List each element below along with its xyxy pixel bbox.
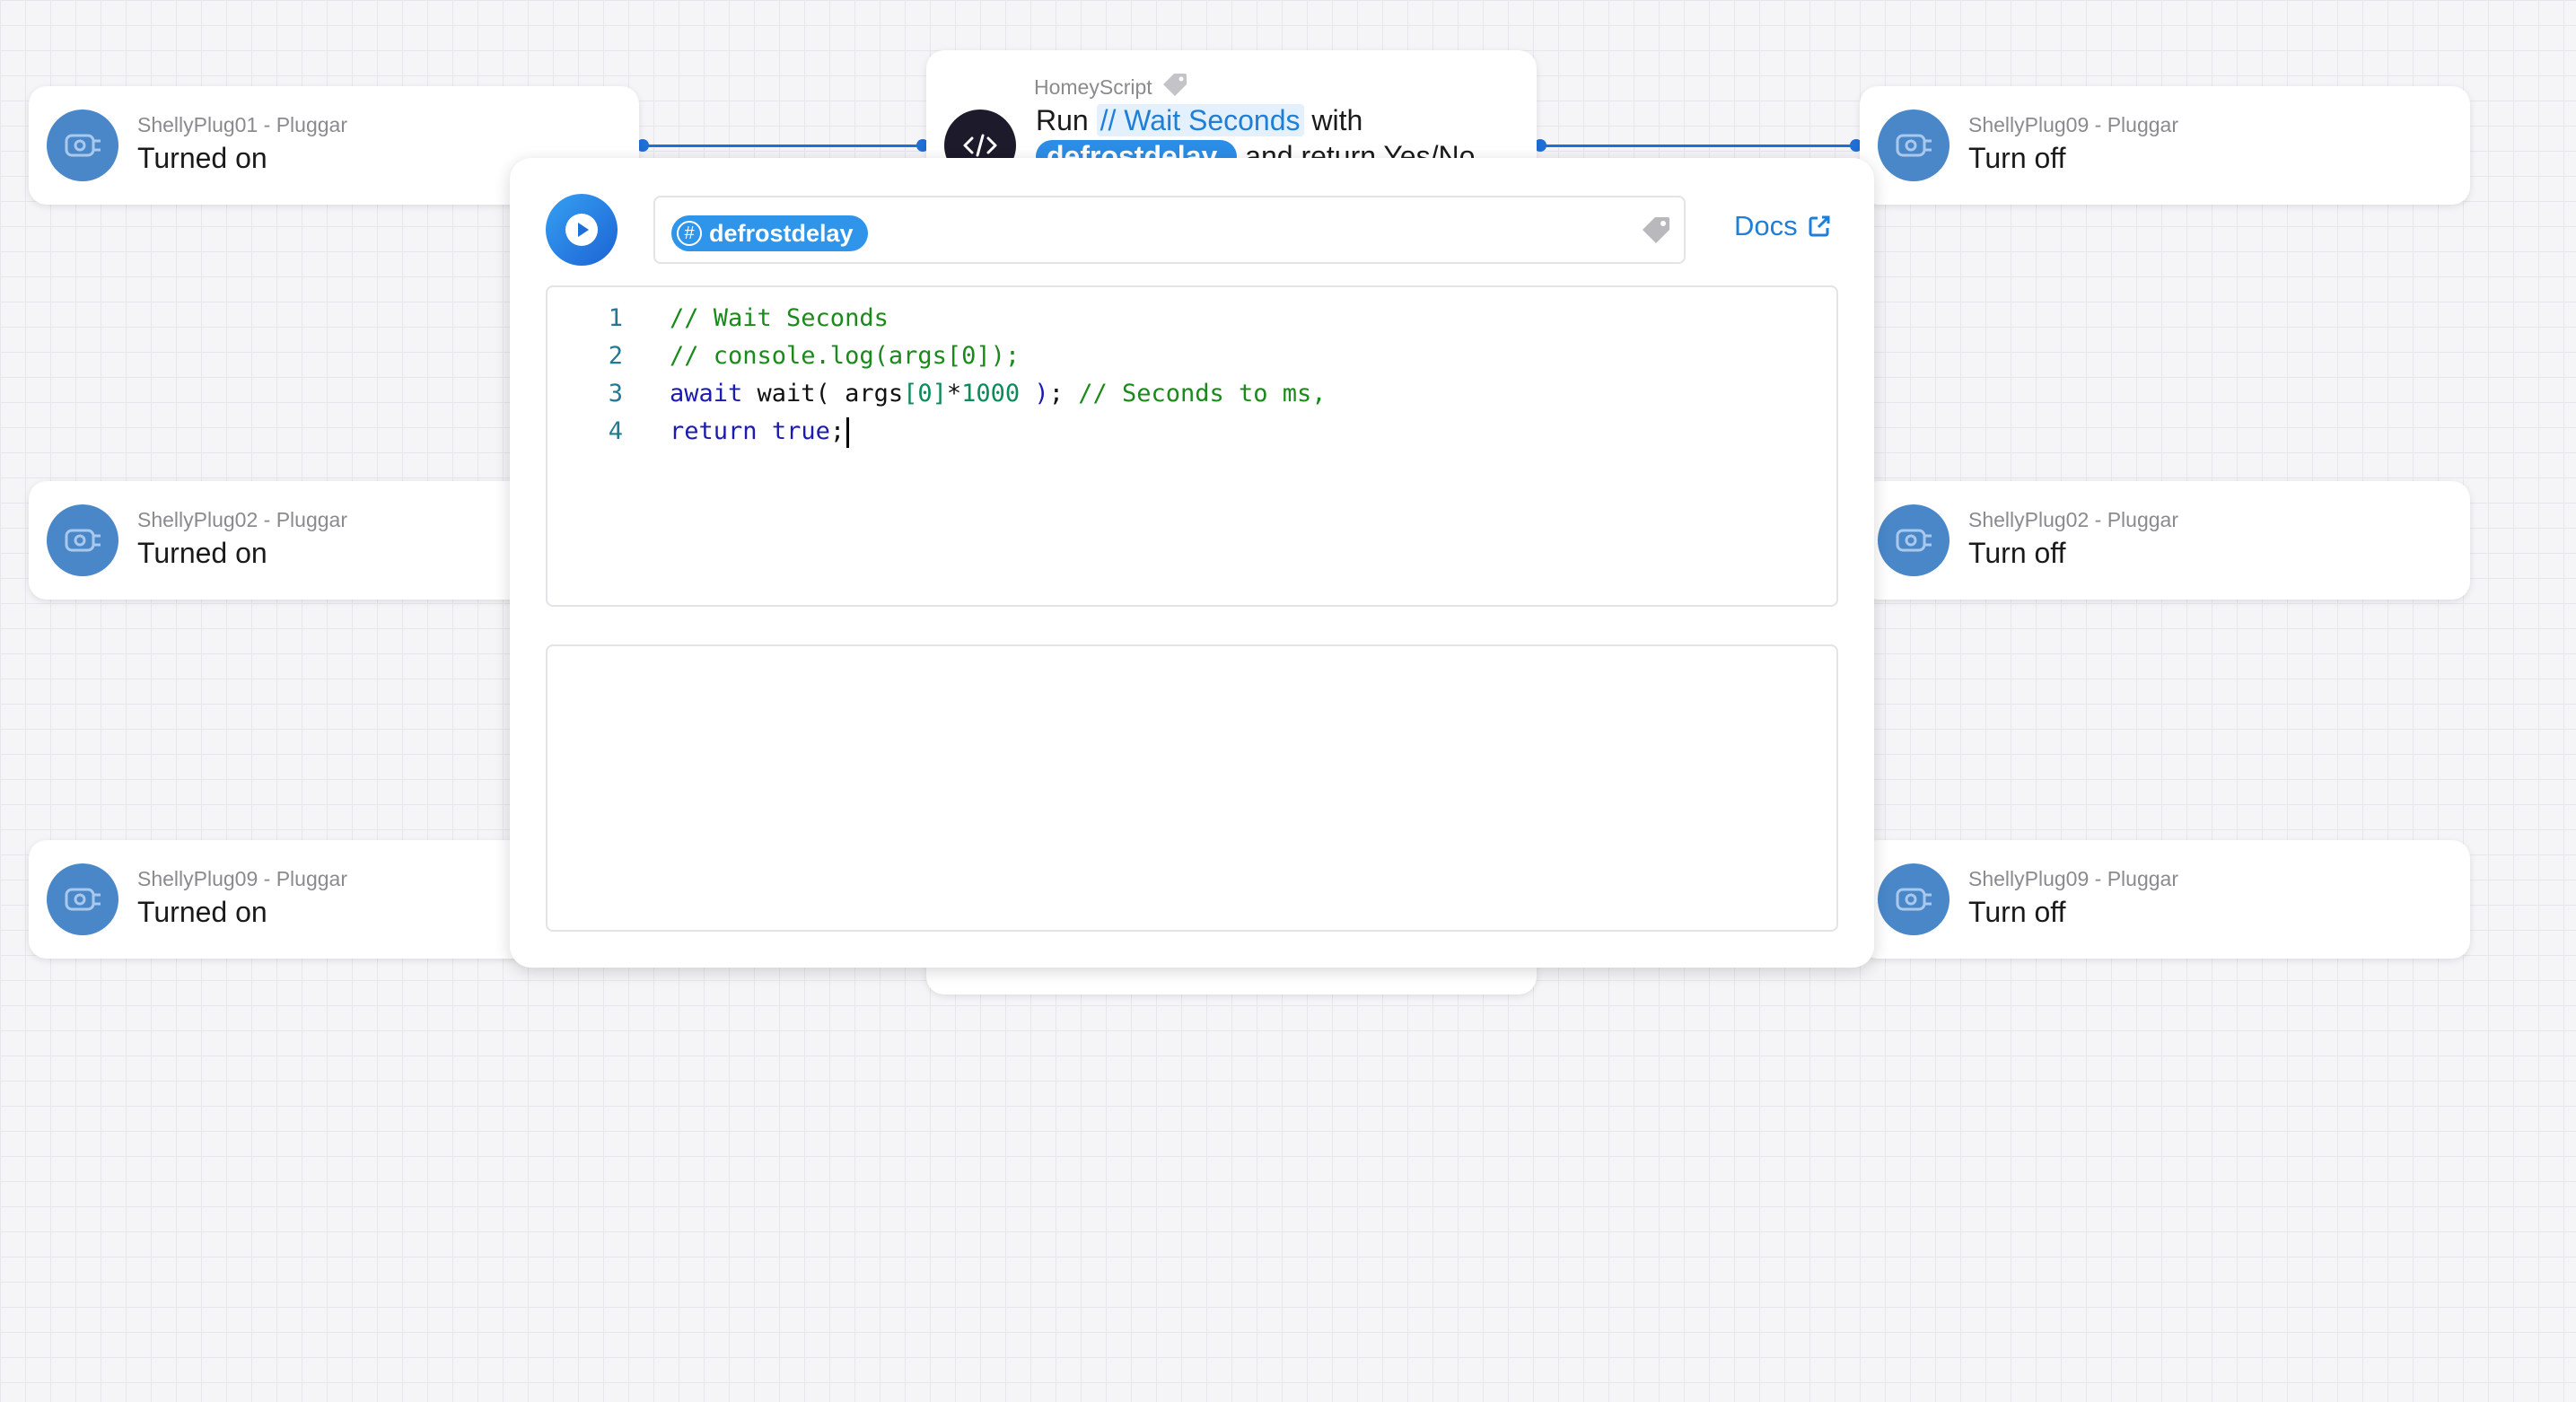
- action-card[interactable]: ShellyPlug09 - Pluggar Turn off: [1860, 86, 2470, 205]
- plug-icon: [1878, 110, 1950, 181]
- code-token: // Wait Seconds: [670, 304, 889, 332]
- device-name: ShellyPlug09 - Pluggar: [1968, 113, 2178, 136]
- script-editor-panel: # defrostdelay Docs 1 // Wait Seconds 2 // …: [510, 158, 1874, 968]
- card-action: Turned on: [137, 142, 267, 174]
- card-action: Turned on: [137, 896, 267, 928]
- docs-link[interactable]: Docs: [1734, 210, 1832, 242]
- script-name[interactable]: // Wait Seconds: [1096, 104, 1304, 136]
- code-text: // console.log(args[0]);: [670, 337, 1020, 375]
- line-number: 1: [608, 304, 623, 332]
- plug-icon: [47, 504, 118, 576]
- code-token: await: [670, 380, 743, 407]
- code-token: true: [771, 417, 830, 445]
- external-link-icon: [1809, 215, 1830, 237]
- code-token: [0]: [903, 380, 947, 407]
- card-action: Turn off: [1968, 896, 2066, 928]
- card-action: Turn off: [1968, 142, 2066, 174]
- play-icon: [565, 214, 598, 246]
- code-text: // Wait Seconds: [670, 300, 889, 337]
- run-button[interactable]: [546, 194, 618, 266]
- code-token: // console.log(args[0]);: [670, 342, 1021, 370]
- connector-line: [1540, 145, 1856, 147]
- code-token: ): [1020, 380, 1049, 407]
- code-token: 1000: [961, 380, 1021, 407]
- hash-icon: #: [677, 221, 702, 246]
- line-number: 4: [608, 417, 623, 445]
- device-name: ShellyPlug02 - Pluggar: [137, 508, 347, 531]
- output-console: [546, 644, 1838, 932]
- action-card[interactable]: ShellyPlug02 - Pluggar Turn off: [1860, 481, 2470, 600]
- text-cursor: [846, 416, 850, 448]
- code-token: // Seconds to ms,: [1078, 380, 1327, 407]
- line-number: 2: [608, 342, 623, 370]
- code-token: return: [670, 417, 758, 445]
- code-token: wait( args: [742, 380, 904, 407]
- argument-input[interactable]: # defrostdelay: [653, 196, 1686, 264]
- device-name: ShellyPlug02 - Pluggar: [1968, 508, 2178, 531]
- line-number: 3: [608, 380, 623, 407]
- argument-tag[interactable]: # defrostdelay: [671, 215, 868, 251]
- code-token: ;: [829, 417, 846, 445]
- action-card[interactable]: ShellyPlug09 - Pluggar Turn off: [1860, 840, 2470, 959]
- code-text: return true;: [670, 413, 850, 451]
- card-sentence: Run // Wait Seconds with: [1036, 104, 1363, 136]
- card-title: HomeyScript: [1034, 72, 1188, 102]
- tag-icon[interactable]: [1641, 215, 1671, 249]
- plug-icon: [1878, 504, 1950, 576]
- code-token: *: [946, 380, 962, 407]
- card-action: Turn off: [1968, 537, 2066, 569]
- code-text: await wait( args[0]*1000 ); // Seconds t…: [670, 375, 1327, 413]
- plug-icon: [47, 110, 118, 181]
- plug-icon: [47, 863, 118, 935]
- tag-icon: [1161, 72, 1188, 102]
- card-action: Turned on: [137, 537, 267, 569]
- device-name: ShellyPlug01 - Pluggar: [137, 113, 347, 136]
- code-editor[interactable]: 1 // Wait Seconds 2 // console.log(args[0])…: [546, 285, 1838, 607]
- app-name: HomeyScript: [1034, 74, 1152, 99]
- device-name: ShellyPlug09 - Pluggar: [1968, 867, 2178, 890]
- connector-line: [643, 145, 923, 147]
- device-name: ShellyPlug09 - Pluggar: [137, 867, 347, 890]
- plug-icon: [1878, 863, 1950, 935]
- code-token: ;: [1048, 380, 1079, 407]
